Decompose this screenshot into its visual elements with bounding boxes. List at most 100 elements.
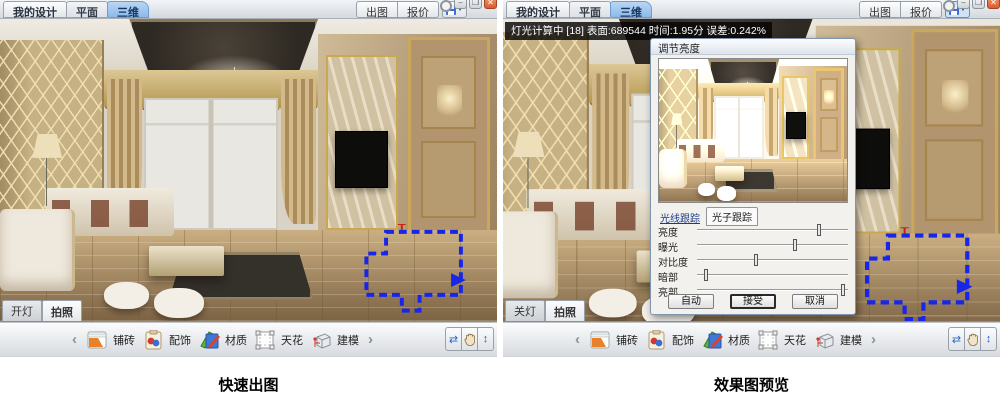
- tab-my-design[interactable]: 我的设计: [3, 1, 67, 18]
- window-controls: – ❐ ✕: [440, 0, 497, 12]
- tool-decor[interactable]: 配饰: [142, 329, 191, 351]
- move-button[interactable]: ↕: [477, 327, 494, 351]
- restore-button[interactable]: ❐: [972, 0, 985, 9]
- tab-light-on[interactable]: 开灯: [2, 300, 42, 321]
- contrast-slider[interactable]: [697, 259, 848, 261]
- slider-thumb[interactable]: [817, 224, 821, 236]
- swap-view-button[interactable]: ⇄: [948, 327, 965, 351]
- slider-thumb[interactable]: [793, 239, 797, 251]
- swap-arrows-icon: ⇄: [952, 333, 961, 346]
- render-drape-right: [281, 79, 316, 224]
- render-viewport[interactable]: 灯光计算中 [18] 表面:689544 时间:1.95分 误差:0.242% …: [503, 19, 1000, 322]
- captions-row: 快速出图 效果图预览: [0, 357, 1000, 403]
- move-button[interactable]: ↕: [980, 327, 997, 351]
- close-button[interactable]: ✕: [484, 0, 497, 9]
- caption-left: 快速出图: [0, 357, 497, 403]
- selection-annotation: [858, 228, 974, 322]
- caption-right: 效果图预览: [503, 357, 1000, 403]
- tool-tile[interactable]: 铺砖: [86, 329, 135, 351]
- tool-ceiling[interactable]: 天花: [757, 329, 806, 351]
- gear-icon[interactable]: [943, 0, 955, 12]
- minimize-button[interactable]: –: [454, 0, 467, 9]
- render-gold-panel: [408, 37, 490, 236]
- tab-snapshot[interactable]: 拍照: [545, 300, 585, 321]
- tool-material[interactable]: 材质: [701, 329, 750, 351]
- right-bottom-tabs: 关灯 拍照: [505, 300, 585, 321]
- tab-my-design[interactable]: 我的设计: [506, 1, 570, 18]
- render-stool: [589, 288, 636, 317]
- exposure-slider[interactable]: [697, 244, 848, 246]
- restore-button[interactable]: ❐: [469, 0, 482, 9]
- panel-render-preview: 我的设计 平面 三维 出图 报价 ▼ – ❐ ✕: [503, 0, 1000, 357]
- tool-label: 建模: [337, 332, 359, 348]
- accept-button[interactable]: 接受: [730, 294, 776, 309]
- tool-ceiling[interactable]: 天花: [254, 329, 303, 351]
- tab-snapshot[interactable]: 拍照: [42, 300, 82, 321]
- render-gold-panel: [813, 68, 844, 162]
- material-icon: [701, 329, 723, 351]
- chevron-left-icon[interactable]: ‹: [573, 331, 582, 348]
- tab-plan[interactable]: 平面: [569, 1, 611, 18]
- render-preview-image: [658, 58, 848, 203]
- auto-button[interactable]: 自动: [668, 294, 714, 309]
- chevron-left-icon[interactable]: ‹: [70, 331, 79, 348]
- annotation-arrow-icon: [957, 280, 973, 295]
- export-image-button[interactable]: 出图: [859, 1, 901, 18]
- annotation-arrow-icon: [451, 274, 466, 288]
- render-sofa-side: [503, 212, 558, 298]
- slider-label: 曝光: [658, 239, 678, 254]
- chevron-right-icon[interactable]: ›: [869, 331, 878, 348]
- window-controls: – ❐ ✕: [943, 0, 1000, 12]
- tool-label: 天花: [281, 332, 303, 348]
- pan-button[interactable]: [964, 327, 981, 351]
- tab-3d[interactable]: 三维: [107, 1, 149, 18]
- right-toolbar: ‹ 铺砖 配饰: [503, 322, 1000, 356]
- tool-model[interactable]: 建模: [310, 329, 359, 351]
- annotation-cross-icon: [398, 224, 406, 230]
- brightness-slider[interactable]: [697, 229, 848, 231]
- tab-plan[interactable]: 平面: [66, 1, 108, 18]
- tool-label: 材质: [225, 332, 247, 348]
- render-sofa-side: [0, 209, 75, 291]
- render-tv: [786, 112, 806, 139]
- render-tv: [335, 131, 387, 188]
- left-topbar: 我的设计 平面 三维 出图 报价 ▼ – ❐ ✕: [0, 0, 497, 19]
- dialog-title: 调节亮度: [651, 39, 855, 55]
- tool-tile[interactable]: 铺砖: [589, 329, 638, 351]
- render-scene: [0, 19, 497, 321]
- shadows-slider[interactable]: [697, 274, 848, 276]
- slider-thumb[interactable]: [754, 254, 758, 266]
- quote-button[interactable]: 报价: [900, 1, 942, 18]
- minimize-button[interactable]: –: [957, 0, 970, 9]
- right-topbar: 我的设计 平面 三维 出图 报价 ▼ – ❐ ✕: [503, 0, 1000, 19]
- render-sofa-side: [659, 149, 687, 188]
- tile-icon: [86, 329, 108, 351]
- tab-3d[interactable]: 三维: [610, 1, 652, 18]
- tab-light-off[interactable]: 关灯: [505, 300, 545, 321]
- cancel-button[interactable]: 取消: [792, 294, 838, 309]
- highlights-slider[interactable]: [697, 289, 848, 291]
- tool-model[interactable]: 建模: [813, 329, 862, 351]
- panel-quick-render: 我的设计 平面 三维 出图 报价 ▼ – ❐ ✕: [0, 0, 497, 357]
- model-icon: [310, 329, 332, 351]
- swap-view-button[interactable]: ⇄: [445, 327, 462, 351]
- close-button[interactable]: ✕: [987, 0, 1000, 9]
- floor-lamp-stem: [528, 157, 529, 208]
- quote-button[interactable]: 报价: [397, 1, 439, 18]
- left-action-buttons: 出图 报价: [356, 1, 439, 18]
- render-viewport[interactable]: 开灯 拍照: [0, 19, 497, 322]
- decor-icon: [645, 329, 667, 351]
- chevron-right-icon[interactable]: ›: [366, 331, 375, 348]
- pan-button[interactable]: [461, 327, 478, 351]
- tool-label: 建模: [840, 332, 862, 348]
- slider-thumb[interactable]: [704, 269, 708, 281]
- tool-decor[interactable]: 配饰: [645, 329, 694, 351]
- left-bottom-tabs: 开灯 拍照: [2, 300, 82, 321]
- render-view: [0, 19, 497, 321]
- tile-icon: [589, 329, 611, 351]
- tool-material[interactable]: 材质: [198, 329, 247, 351]
- export-image-button[interactable]: 出图: [356, 1, 398, 18]
- move-arrows-icon: ↕: [986, 333, 992, 345]
- gear-icon[interactable]: [440, 0, 452, 12]
- adjust-brightness-dialog: 调节亮度: [650, 38, 856, 315]
